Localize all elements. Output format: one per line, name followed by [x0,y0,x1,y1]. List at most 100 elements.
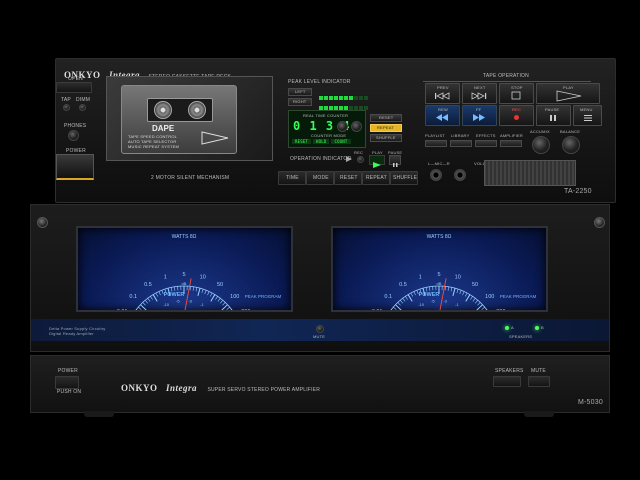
meter-tick [150,296,153,300]
base-brand-line: ONKYO Integra SUPER SERVO STEREO POWER A… [121,378,320,396]
delta-line-2: Digital Ready Amplifier [49,331,94,336]
reset-button[interactable]: RESET [334,171,362,185]
record-button[interactable]: REC [499,105,534,126]
shuffle-button[interactable]: SHUFFLE [390,171,418,185]
counter-mode-count[interactable]: COUNT [331,139,351,144]
fast-forward-button[interactable]: FF [462,105,497,126]
volume-slider[interactable] [484,160,576,186]
repeat-label: REPEAT [366,175,387,181]
accumix-knob[interactable] [532,136,550,154]
meter-tick [429,286,431,291]
library-button[interactable] [450,140,472,147]
arrow-right-icon [346,156,352,162]
meter-bottom-label: 0 [466,308,469,310]
meter-tick [142,302,146,306]
mic-left-jack[interactable] [430,169,442,181]
amplifier-button[interactable] [500,140,522,147]
next-icon [471,92,487,100]
counter-mode-hold[interactable]: HOLD [313,139,330,144]
left-channel-button[interactable]: LEFT [288,88,312,96]
meter-top-label: 5 [437,272,440,278]
prev-button[interactable]: PREV [425,83,460,104]
amp-model: M-5030 [578,399,603,406]
meter-tick [219,300,224,304]
dimmer-label: DIMM [76,97,91,103]
amplifier-label: AMPLIFIER [500,133,523,138]
reset-top-label: RESET [379,115,394,120]
cassette-deck: ONKYO Integra STEREO CASSETTE TAPE DECK … [55,58,616,203]
stop-button[interactable]: STOP [499,83,534,104]
meter-tick [452,288,456,297]
mode-button[interactable]: MODE [306,171,334,185]
meter-top-label: 0.1 [129,294,137,300]
playlist-button[interactable] [425,140,447,147]
deck-bottom-buttons: TIME MODE RESET REPEAT SHUFFLE [278,171,418,185]
repeat-indicator-button[interactable]: REPEAT [370,124,402,132]
meter-bottom-label: -10 [418,302,425,307]
effects-button[interactable] [475,140,497,147]
repeat-button[interactable]: REPEAT [362,171,390,185]
reset-top-button[interactable]: RESET [370,114,402,122]
left-power-meter: 0.010.10.5151050100300-40-20-10-5-3-10-1… [76,226,293,337]
mic-right-jack[interactable] [454,169,466,181]
menu-button[interactable]: MENU [573,105,602,126]
right-channel-label: RIGHT [293,99,307,104]
meter-top-label: 50 [472,282,478,288]
stop-label: STOP [511,85,523,90]
meter-power-label: POWER [164,292,185,298]
counter-mode-reset[interactable]: RESET [292,139,312,144]
open-button[interactable] [56,82,92,93]
meter-tick [465,294,471,302]
tap-switch[interactable] [63,104,70,111]
meter-tick [140,304,147,311]
counter-reset-knob[interactable] [337,121,348,132]
reset-label: RESET [340,175,358,181]
stop-icon [511,91,521,100]
right-channel-button[interactable]: RIGHT [288,98,312,106]
amplifier-base: POWER PUSH ON ONKYO Integra SUPER SERVO … [30,355,610,413]
repeat-indicator-label: REPEAT [377,125,394,130]
amp-power-button[interactable] [55,376,79,389]
meter-bottom-label: -5 [176,298,180,303]
left-channel-label: LEFT [295,89,306,94]
playlist-label: PLAYLIST [425,133,445,138]
playlist-control[interactable]: PLAYLIST [425,133,447,147]
deck-power-button[interactable] [56,154,94,180]
meter-tick [155,292,159,297]
next-button[interactable]: NEXT [462,83,497,104]
library-control[interactable]: LIBRARY [450,133,472,147]
meter-tick [402,298,406,302]
meter-tick [399,300,404,304]
phones-jack[interactable] [68,130,79,141]
base-mute-button[interactable] [528,376,550,387]
balance-knob[interactable] [562,136,580,154]
meter-bottom-label: -1 [200,302,204,307]
tape-window [147,98,213,122]
counter-hold-knob[interactable] [351,121,362,132]
effects-control[interactable]: EFFECTS [475,133,497,147]
meter-top-label: 0.01 [117,309,128,310]
meter-top-label: 50 [217,282,223,288]
shuffle-top-button[interactable]: SHUFFLE [370,134,402,142]
speakers-button[interactable] [493,376,521,387]
meter-top-label: 0.5 [144,282,152,288]
dimmer-switch[interactable] [79,104,86,111]
right-reel [188,101,206,119]
tape-operation-header: TAPE OPERATION [423,71,591,82]
rewind-button[interactable]: REW [425,105,460,126]
meter-tick [397,302,401,306]
base-series: Integra [165,383,197,393]
time-button[interactable]: TIME [278,171,306,185]
meter-bottom-label: -10 [163,302,170,307]
tape-op-row-1: PREV NEXT STOP PLAY [425,83,600,104]
left-meter-scale: 0.010.10.5151050100300-40-20-10-5-3-10-1… [117,234,282,337]
meter-tick [413,291,416,296]
meter-tick [197,288,201,297]
play-button[interactable]: PLAY [536,83,600,104]
amplifier-control[interactable]: AMPLIFIER [500,133,523,147]
mute-button[interactable] [316,325,324,333]
balance-label: BALANCE [560,129,581,134]
left-reel [154,101,172,119]
pause-button[interactable]: PAUSE [536,105,571,126]
meter-top-label: 300 [241,309,250,310]
